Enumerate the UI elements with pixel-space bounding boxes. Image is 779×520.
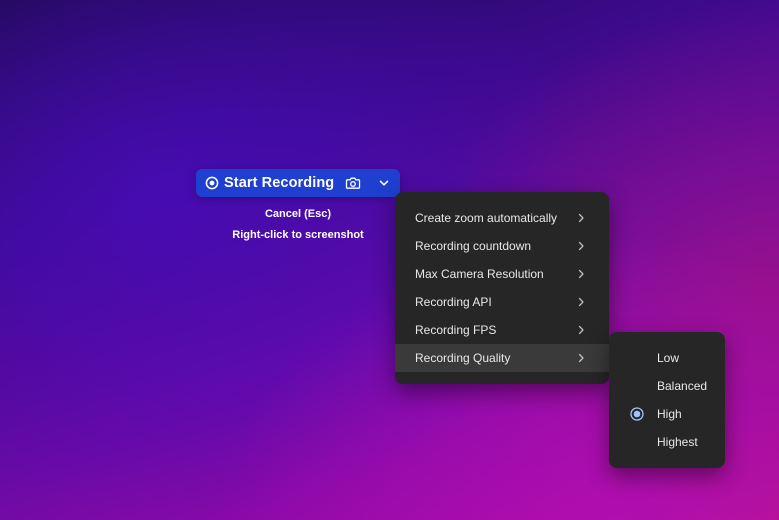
camera-icon[interactable] [345, 176, 361, 190]
menu-item-label: Max Camera Resolution [415, 267, 544, 281]
radio-selected-icon [630, 407, 644, 421]
chevron-down-icon[interactable] [378, 177, 390, 189]
chevron-right-icon [577, 213, 585, 223]
quality-option-label: Balanced [657, 379, 708, 393]
start-recording-button[interactable]: Start Recording [196, 169, 334, 197]
recording-toolbar: Start Recording [196, 169, 400, 197]
menu-item-label: Create zoom automatically [415, 211, 558, 225]
menu-item-recording-quality[interactable]: Recording Quality [395, 344, 609, 372]
quality-option-high[interactable]: High [609, 400, 725, 428]
chevron-right-icon [577, 325, 585, 335]
menu-item-recording-fps[interactable]: Recording FPS [395, 316, 609, 344]
quality-option-highest[interactable]: Highest [609, 428, 725, 456]
quality-option-label: Low [657, 351, 680, 365]
cancel-hint[interactable]: Cancel (Esc) [196, 208, 400, 220]
menu-item-label: Recording FPS [415, 323, 497, 337]
quality-option-label: High [657, 407, 682, 421]
quality-option-balanced[interactable]: Balanced [609, 372, 725, 400]
chevron-right-icon [577, 269, 585, 279]
menu-item-recording-countdown[interactable]: Recording countdown [395, 232, 609, 260]
chevron-right-icon [577, 241, 585, 251]
recording-options-menu: Create zoom automatically Recording coun… [395, 192, 609, 384]
quality-option-low[interactable]: Low [609, 344, 725, 372]
menu-item-recording-api[interactable]: Recording API [395, 288, 609, 316]
chevron-right-icon [577, 353, 585, 363]
menu-item-create-zoom[interactable]: Create zoom automatically [395, 204, 609, 232]
start-recording-label: Start Recording [224, 175, 335, 191]
screenshot-hint: Right-click to screenshot [232, 229, 364, 241]
menu-item-label: Recording Quality [415, 351, 511, 365]
chevron-right-icon [577, 297, 585, 307]
recording-quality-submenu: Low Balanced High Highest [609, 332, 725, 468]
menu-item-max-camera-resolution[interactable]: Max Camera Resolution [395, 260, 609, 288]
quality-option-label: Highest [657, 435, 698, 449]
menu-item-label: Recording API [415, 295, 492, 309]
record-icon [205, 176, 219, 190]
menu-item-label: Recording countdown [415, 239, 532, 253]
